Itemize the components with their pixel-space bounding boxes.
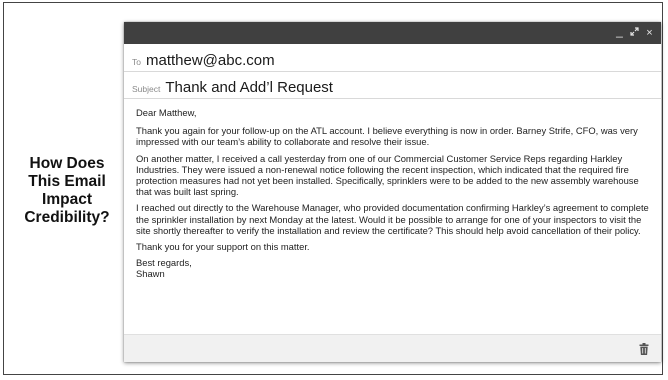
email-paragraph: Thank you again for your follow-up on th… (136, 125, 638, 148)
expand-icon (630, 27, 639, 36)
email-paragraph: Thank you for your support on this matte… (136, 241, 310, 253)
email-body[interactable]: Dear Matthew, Thank you again for your f… (136, 107, 652, 280)
email-paragraph: On another matter, I received a call yes… (136, 152, 639, 198)
side-question-line-2: This Email (28, 173, 106, 190)
to-field-row[interactable]: To matthew@abc.com (124, 50, 661, 72)
email-paragraph: I reached out directly to the Warehouse … (136, 202, 649, 236)
side-question: How Does This Email Impact Credibility? (12, 155, 122, 227)
side-question-line-4: Credibility? (24, 209, 110, 226)
subject-field[interactable]: Thank and Add’l Request (165, 79, 333, 96)
compose-footer (124, 334, 661, 362)
subject-field-row[interactable]: Subject Thank and Add’l Request (124, 77, 661, 99)
trash-icon[interactable] (639, 343, 649, 355)
to-label: To (132, 56, 141, 67)
email-closing: Best regards, (136, 257, 192, 269)
minimize-button[interactable]: _ (614, 25, 625, 40)
email-greeting: Dear Matthew, (136, 107, 197, 118)
to-field[interactable]: matthew@abc.com (146, 52, 275, 69)
side-question-line-3: Impact (42, 191, 92, 208)
side-question-line-1: How Does (29, 155, 105, 172)
email-compose-window: _ × To matthew@abc.com Subject Thank and… (124, 22, 661, 362)
close-button[interactable]: × (644, 26, 655, 40)
subject-label: Subject (132, 83, 161, 94)
window-titlebar[interactable]: _ × (124, 22, 661, 44)
email-signature: Shawn (136, 268, 165, 280)
expand-button[interactable] (629, 26, 640, 40)
window-controls: _ × (614, 25, 655, 41)
